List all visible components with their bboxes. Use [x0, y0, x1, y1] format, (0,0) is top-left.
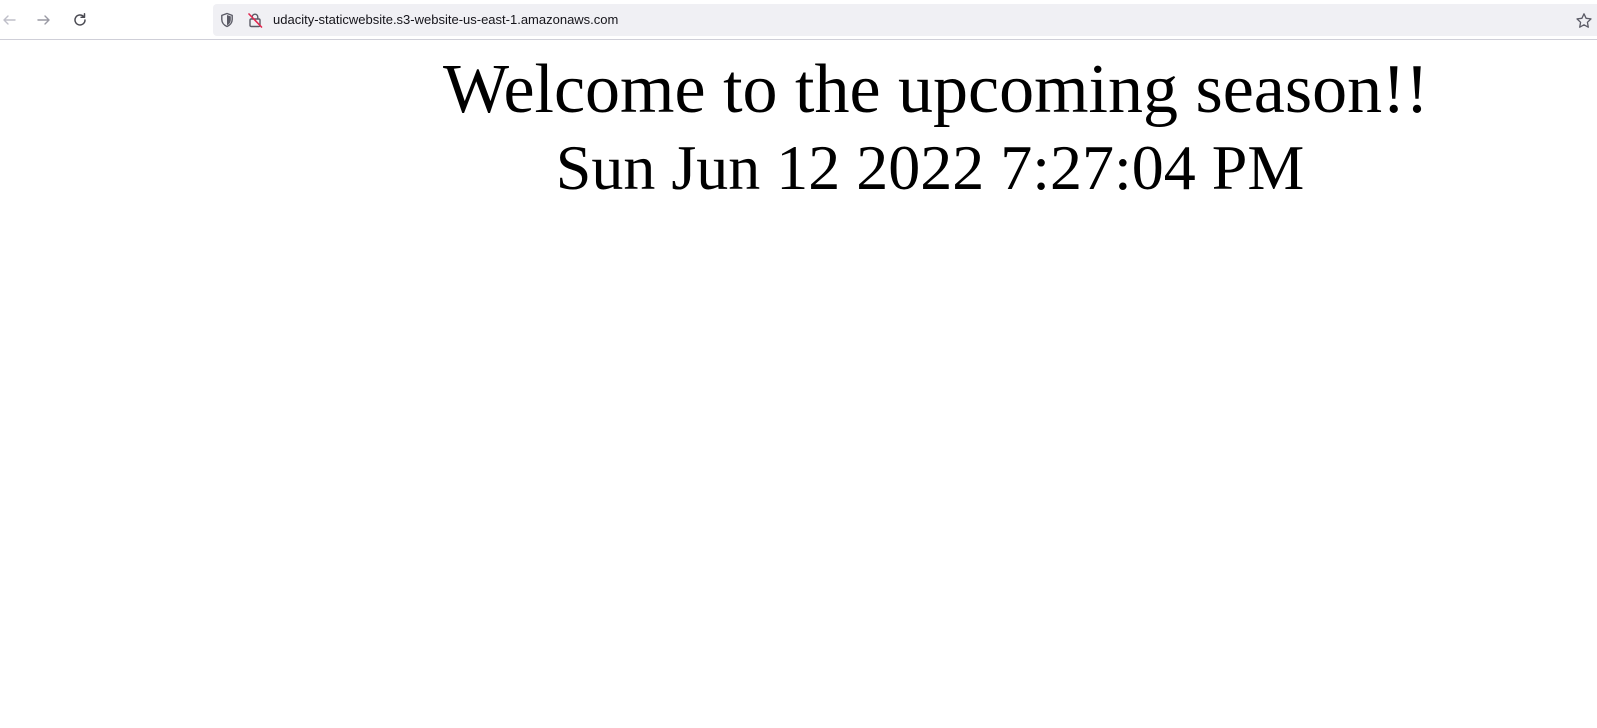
- address-bar[interactable]: udacity-staticwebsite.s3-website-us-east…: [213, 4, 1597, 36]
- back-button[interactable]: [0, 8, 21, 32]
- page-content: Welcome to the upcoming season!! Sun Jun…: [443, 50, 1429, 206]
- arrow-right-icon: [37, 15, 50, 25]
- browser-toolbar: udacity-staticwebsite.s3-website-us-east…: [0, 0, 1597, 40]
- forward-button[interactable]: [32, 8, 56, 32]
- reload-button[interactable]: [68, 8, 92, 32]
- shield-icon[interactable]: [219, 12, 235, 28]
- page-viewport: Welcome to the upcoming season!! Sun Jun…: [0, 40, 1597, 728]
- current-datetime: Sun Jun 12 2022 7:27:04 PM: [555, 132, 1305, 203]
- arrow-left-icon: [3, 15, 16, 25]
- browser-window: udacity-staticwebsite.s3-website-us-east…: [0, 0, 1597, 728]
- welcome-headline: Welcome to the upcoming season!!: [443, 51, 1429, 128]
- url-text[interactable]: udacity-staticwebsite.s3-website-us-east…: [273, 11, 618, 29]
- reload-icon: [74, 13, 86, 26]
- insecure-lock-icon[interactable]: [247, 12, 263, 28]
- star-icon[interactable]: [1575, 12, 1593, 30]
